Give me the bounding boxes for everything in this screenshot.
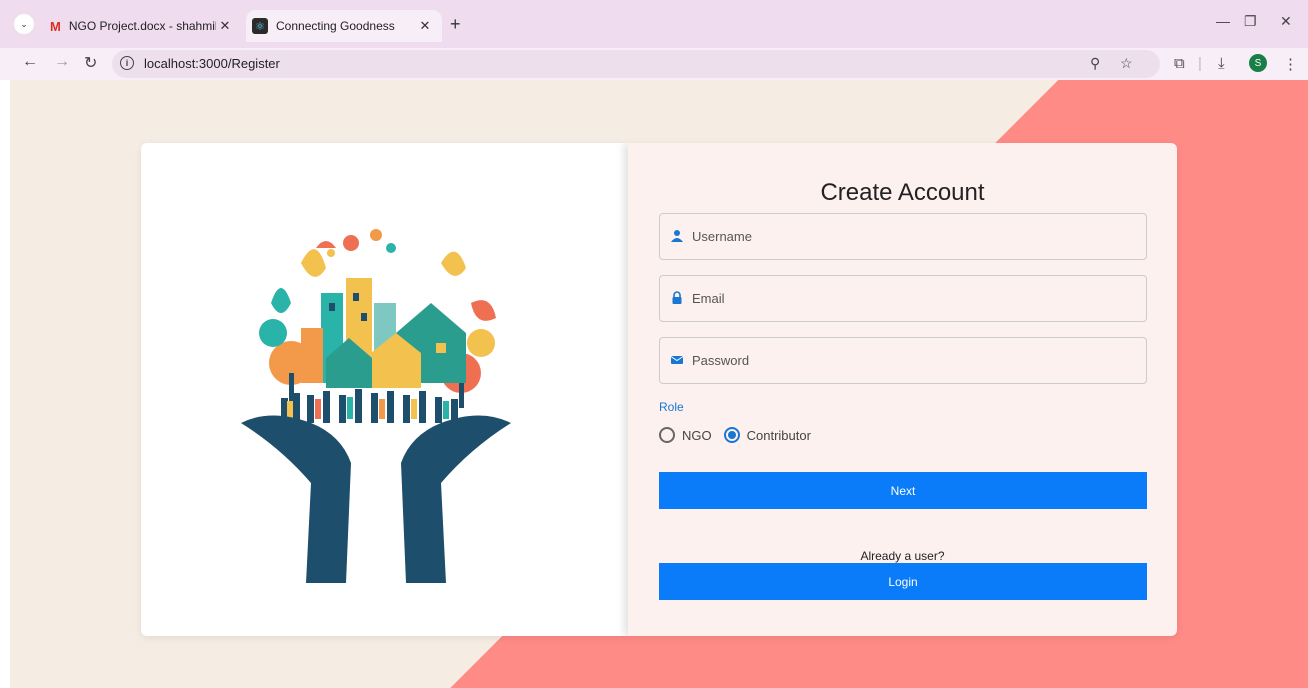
role-label: Role: [659, 400, 684, 414]
radio-contributor-label[interactable]: Contributor: [747, 428, 811, 443]
reload-icon[interactable]: ↻: [84, 53, 97, 73]
tab-connecting-goodness[interactable]: ⚛ Connecting Goodness ✕: [246, 10, 442, 42]
window-close-icon[interactable]: ✕: [1280, 13, 1292, 30]
page-background: Create Account Role: [10, 80, 1308, 688]
radio-contributor[interactable]: [723, 427, 740, 443]
tab-bar: ⌄ M NGO Project.docx - shahmiloni... ✕ ⚛…: [0, 0, 1308, 48]
password-field[interactable]: [659, 337, 1147, 384]
profile-avatar[interactable]: S: [1249, 54, 1267, 72]
forward-icon[interactable]: →: [54, 53, 70, 71]
page-title: Create Account: [820, 179, 985, 206]
tab-ngo-project[interactable]: M NGO Project.docx - shahmiloni... ✕: [50, 12, 242, 40]
toolbar-divider: |: [1198, 55, 1202, 72]
user-icon: [671, 230, 683, 242]
radio-ngo[interactable]: [659, 427, 675, 443]
lock-icon: [672, 291, 682, 304]
zoom-icon[interactable]: ⚲: [1090, 55, 1100, 72]
address-bar[interactable]: i localhost:3000/Register ⚲ ☆: [112, 50, 1160, 78]
restore-icon[interactable]: ❐: [1244, 13, 1257, 30]
tab-title: Connecting Goodness: [276, 19, 395, 33]
browser-toolbar: ← → ↻ i localhost:3000/Register ⚲ ☆ ⧉ | …: [0, 48, 1308, 80]
community-hands-illustration: [241, 229, 511, 583]
form-panel: Create Account Role: [628, 143, 1177, 636]
tab-title: NGO Project.docx - shahmiloni...: [68, 19, 216, 33]
next-button[interactable]: Next: [659, 472, 1147, 509]
url-text[interactable]: localhost:3000/Register: [144, 56, 280, 71]
email-field[interactable]: [659, 275, 1147, 322]
close-icon[interactable]: ✕: [416, 18, 434, 34]
extensions-icon[interactable]: ⧉: [1174, 55, 1185, 72]
gmail-icon: M: [50, 18, 61, 34]
minimize-icon[interactable]: —: [1216, 13, 1230, 29]
close-icon[interactable]: ✕: [216, 18, 234, 34]
already-user-text: Already a user?: [860, 549, 945, 563]
email-input[interactable]: [692, 276, 1132, 321]
password-input[interactable]: [692, 338, 1132, 383]
back-icon[interactable]: ←: [22, 53, 38, 71]
bookmark-star-icon[interactable]: ☆: [1120, 55, 1133, 72]
new-tab-icon[interactable]: +: [450, 14, 461, 35]
menu-icon[interactable]: ⋮: [1283, 55, 1298, 73]
react-icon: ⚛: [252, 18, 268, 34]
username-input[interactable]: [692, 214, 1132, 259]
radio-ngo-label[interactable]: NGO: [682, 428, 712, 443]
site-info-icon[interactable]: i: [120, 56, 134, 70]
username-field[interactable]: [659, 213, 1147, 260]
register-card: Create Account Role: [141, 143, 1177, 636]
download-icon[interactable]: ⤓: [1218, 55, 1225, 72]
role-radio-group: NGO Contributor: [659, 427, 823, 443]
login-button[interactable]: Login: [659, 563, 1147, 600]
tab-search-chevron-icon[interactable]: ⌄: [14, 14, 34, 34]
envelope-icon: [670, 356, 684, 364]
illustration-panel: [141, 143, 628, 636]
